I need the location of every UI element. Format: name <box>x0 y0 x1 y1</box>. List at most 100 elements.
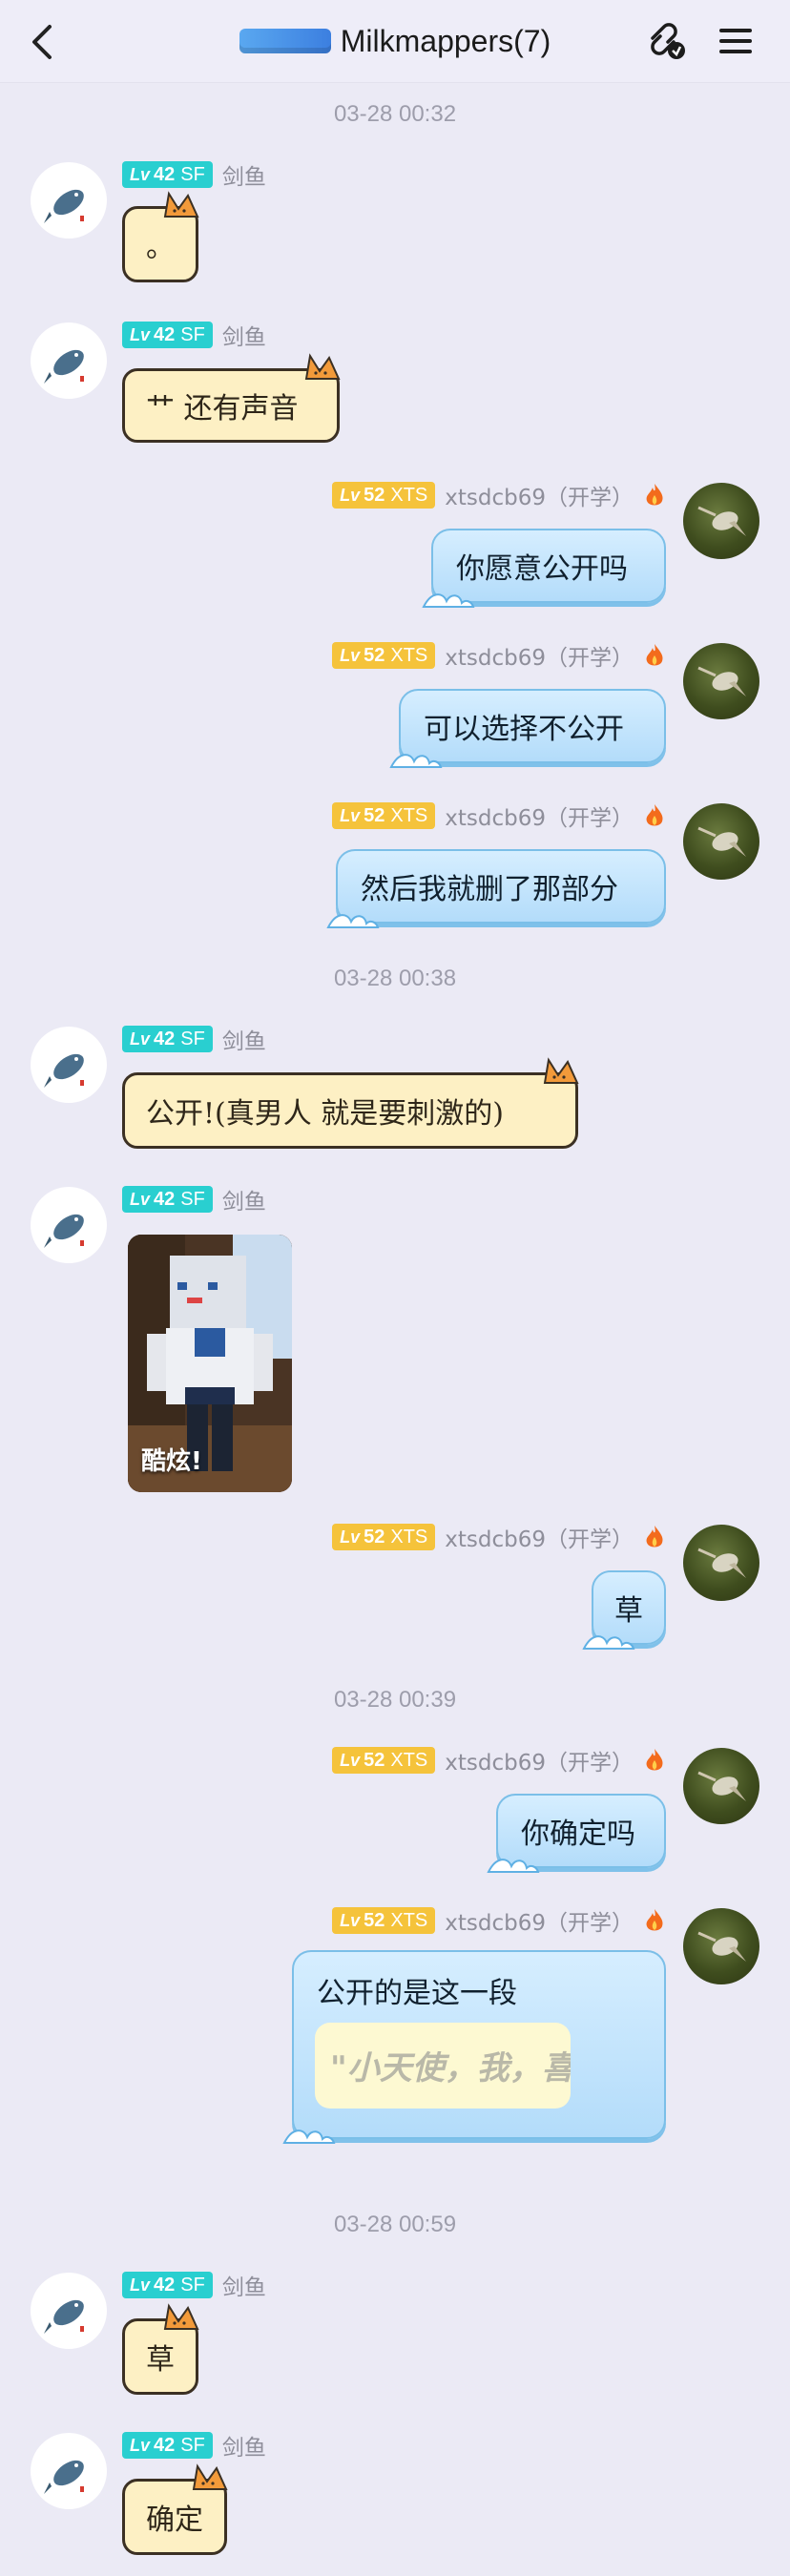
level-badge: Lv 52 XTS <box>332 802 436 829</box>
message-bubble[interactable]: 你愿意公开吗 <box>422 529 666 608</box>
fire-icon <box>646 1526 663 1548</box>
message-bubble[interactable]: 。 <box>122 191 199 282</box>
fire-icon <box>646 484 663 506</box>
message-row: Lv 52 XTS xtsdcb69（开学） 可以选择不公开 <box>0 641 790 768</box>
message-bubble[interactable]: 公开的是这一段 "小天使，我，喜 <box>282 1950 666 2144</box>
level-badge: Lv 42 SF <box>122 2432 213 2459</box>
message-row: Lv 42 SF 剑鱼 酷炫! <box>0 1185 790 1492</box>
message-text: 公开的是这一段 <box>317 1977 517 2010</box>
image-caption: 酷炫! <box>141 1447 202 1476</box>
level-badge: Lv 52 XTS <box>332 642 436 669</box>
message-bubble[interactable]: 然后我就删了那部分 <box>326 849 666 928</box>
message-row: Lv 42 SF 剑鱼 确定 <box>0 2431 790 2555</box>
cat-ears-icon <box>163 191 199 218</box>
top-bar: Milkmappers(7) <box>0 0 790 83</box>
message-row: Lv 52 XTS xtsdcb69（开学） 草 <box>0 1523 790 1650</box>
cat-ears-icon <box>543 1057 579 1084</box>
sender-name: 剑鱼 <box>221 2275 266 2300</box>
hummingbird-avatar[interactable] <box>683 803 759 880</box>
message-text: 然后我就删了那部分 <box>361 873 618 906</box>
level-badge: Lv 42 SF <box>122 161 213 188</box>
message-bubble[interactable]: 确定 <box>122 2463 228 2555</box>
swordfish-avatar[interactable] <box>31 1027 107 1103</box>
message-text: 草 <box>614 1594 643 1628</box>
sender-name: xtsdcb69（开学） <box>445 646 634 671</box>
cat-ears-icon <box>304 353 341 380</box>
message-bubble[interactable]: 你确定吗 <box>487 1794 666 1873</box>
sender-name: xtsdcb69（开学） <box>445 1527 634 1552</box>
hummingbird-avatar[interactable] <box>683 1908 759 1984</box>
level-badge: Lv 42 SF <box>122 1186 213 1213</box>
message-text: 艹 还有声音 <box>146 392 299 426</box>
message-text: 。 <box>146 231 175 264</box>
group-title[interactable]: Milkmappers(7) <box>341 24 551 59</box>
fire-icon <box>646 644 663 666</box>
message-bubble[interactable]: 公开!(真男人 就是要刺激的) <box>122 1057 579 1149</box>
message-row: Lv 52 XTS xtsdcb69（开学） 你愿意公开吗 <box>0 481 790 608</box>
image-message[interactable]: 酷炫! <box>128 1235 292 1492</box>
swordfish-avatar[interactable] <box>31 2433 107 2509</box>
group-logo-icon <box>239 29 331 53</box>
message-text: 你愿意公开吗 <box>456 552 628 586</box>
message-row: Lv 42 SF 剑鱼 草 <box>0 2271 790 2395</box>
sender-name: xtsdcb69（开学） <box>445 1911 634 1936</box>
menu-icon[interactable] <box>717 23 754 59</box>
wave-decoration-icon <box>389 754 443 768</box>
level-badge: Lv 52 XTS <box>332 1524 436 1550</box>
level-badge: Lv 52 XTS <box>332 1907 436 1934</box>
sender-name: 剑鱼 <box>221 1190 266 1215</box>
wave-decoration-icon <box>582 1635 635 1650</box>
fire-icon <box>646 804 663 826</box>
message-bubble[interactable]: 可以选择不公开 <box>389 689 666 768</box>
message-row: Lv 42 SF 剑鱼 。 <box>0 160 790 282</box>
swordfish-avatar[interactable] <box>31 162 107 239</box>
message-text: 草 <box>146 2343 175 2377</box>
timestamp: 03-28 00:59 <box>333 2212 457 2237</box>
wave-decoration-icon <box>282 2129 336 2144</box>
fire-icon <box>646 1909 663 1931</box>
message-text: 公开!(真男人 就是要刺激的) <box>146 1097 504 1131</box>
message-row: Lv 52 XTS xtsdcb69（开学） 你确定吗 <box>0 1746 790 1873</box>
level-badge: Lv 52 XTS <box>332 1747 436 1774</box>
level-badge: Lv 52 XTS <box>332 482 436 509</box>
sender-name: xtsdcb69（开学） <box>445 806 634 831</box>
message-text: 你确定吗 <box>521 1818 635 1851</box>
quoted-text: "小天使，我，喜 <box>330 2049 571 2088</box>
level-badge: Lv 42 SF <box>122 2272 213 2298</box>
sender-name: 剑鱼 <box>221 325 266 350</box>
wave-decoration-icon <box>422 593 475 608</box>
swordfish-avatar[interactable] <box>31 322 107 399</box>
message-bubble[interactable]: 草 <box>582 1570 666 1650</box>
level-badge: Lv 42 SF <box>122 322 213 348</box>
sender-name: xtsdcb69（开学） <box>445 1751 634 1776</box>
message-row: Lv 42 SF 剑鱼 艹 还有声音 <box>0 321 790 443</box>
level-badge: Lv 42 SF <box>122 1026 213 1052</box>
wave-decoration-icon <box>326 914 380 928</box>
message-text: 可以选择不公开 <box>424 713 624 746</box>
message-row: Lv 42 SF 剑鱼 公开!(真男人 就是要刺激的) <box>0 1025 790 1149</box>
message-text: 确定 <box>146 2503 203 2537</box>
hummingbird-avatar[interactable] <box>683 483 759 559</box>
quoted-clip[interactable]: "小天使，我，喜 <box>315 2023 571 2109</box>
hummingbird-avatar[interactable] <box>683 643 759 719</box>
message-row: Lv 52 XTS xtsdcb69（开学） 公开的是这一段 "小天使，我，喜 <box>0 1906 790 2144</box>
timestamp: 03-28 00:32 <box>333 101 457 127</box>
swordfish-avatar[interactable] <box>31 2273 107 2349</box>
timestamp: 03-28 00:38 <box>333 966 457 991</box>
message-bubble[interactable]: 草 <box>122 2303 199 2395</box>
sender-name: xtsdcb69（开学） <box>445 486 634 510</box>
cat-ears-icon <box>192 2463 228 2490</box>
sender-name: 剑鱼 <box>221 2436 266 2461</box>
cat-ears-icon <box>163 2303 199 2330</box>
swordfish-avatar[interactable] <box>31 1187 107 1263</box>
link-icon[interactable] <box>645 21 689 63</box>
message-row: Lv 52 XTS xtsdcb69（开学） 然后我就删了那部分 <box>0 801 790 928</box>
wave-decoration-icon <box>487 1859 540 1873</box>
hummingbird-avatar[interactable] <box>683 1748 759 1824</box>
fire-icon <box>646 1749 663 1771</box>
sender-name: 剑鱼 <box>221 165 266 190</box>
hummingbird-avatar[interactable] <box>683 1525 759 1601</box>
sender-name: 剑鱼 <box>221 1029 266 1054</box>
timestamp: 03-28 00:39 <box>333 1687 457 1713</box>
message-bubble[interactable]: 艹 还有声音 <box>122 353 341 443</box>
